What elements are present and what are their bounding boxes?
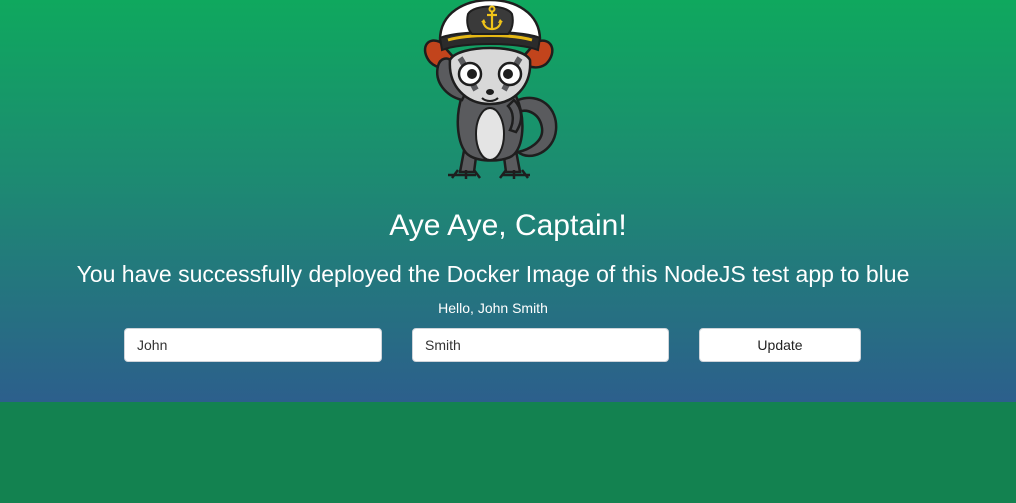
greeting-prefix: Hello, <box>438 300 478 316</box>
anchor-icon <box>481 5 503 31</box>
last-name-input[interactable] <box>412 328 669 362</box>
page-footer-area <box>0 402 1016 503</box>
update-button[interactable]: Update <box>699 328 861 362</box>
greeting-last-name: Smith <box>512 300 548 316</box>
page-title: Aye Aye, Captain! <box>389 209 627 242</box>
greeting-text: Hello, John Smith <box>0 299 986 317</box>
greeting-first-name: John <box>477 300 509 316</box>
first-name-input[interactable] <box>124 328 382 362</box>
hero-section: Aye Aye, Captain! You have successfully … <box>0 0 1016 402</box>
deployment-message: You have successfully deployed the Docke… <box>76 261 910 287</box>
